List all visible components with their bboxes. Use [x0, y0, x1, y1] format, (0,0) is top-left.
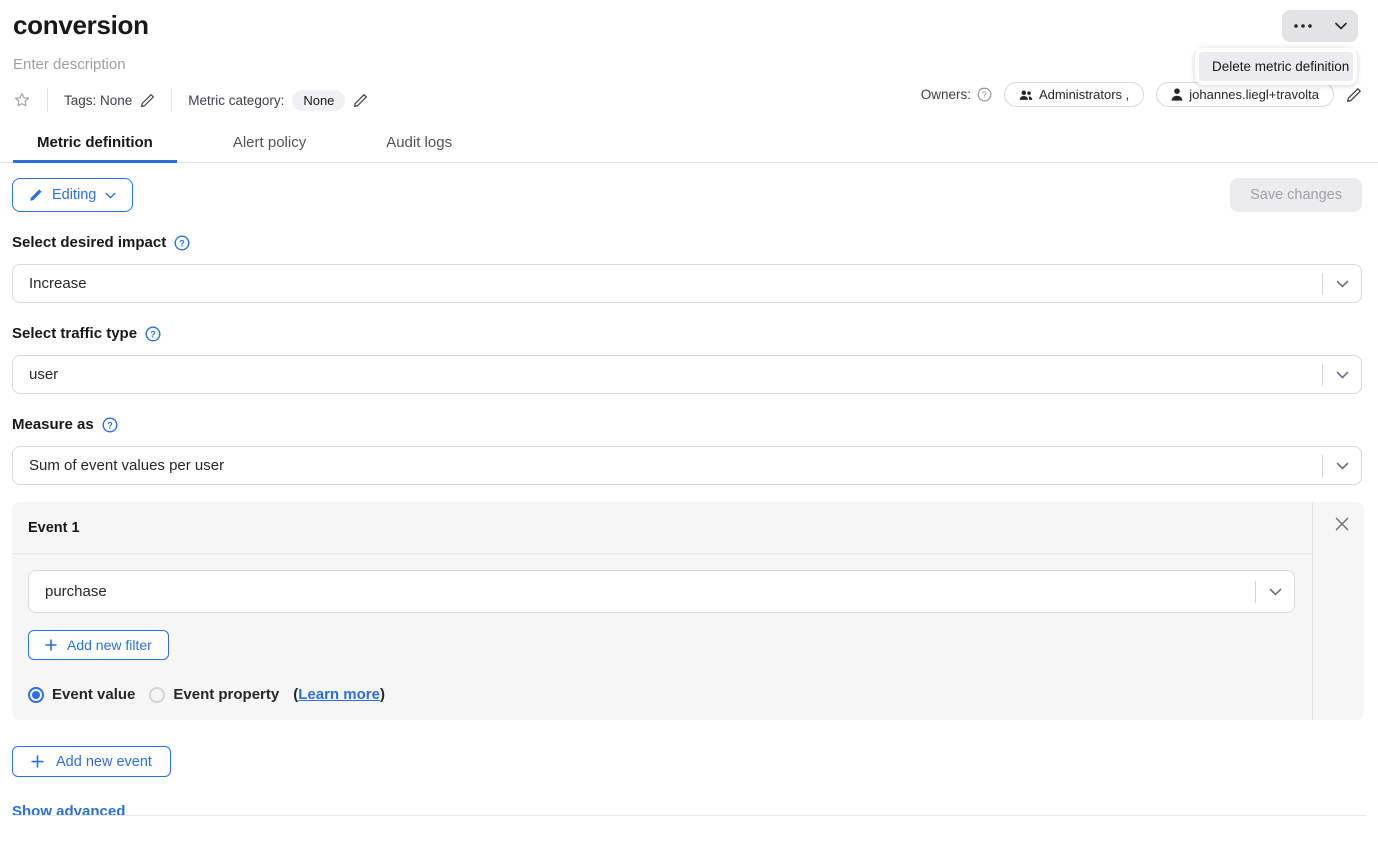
add-new-filter-button[interactable]: Add new filter	[28, 630, 169, 660]
add-filter-label: Add new filter	[67, 637, 152, 653]
description-placeholder[interactable]: Enter description	[13, 56, 1362, 73]
owners-row: Owners: ? Administrators , johannes.lieg…	[921, 82, 1362, 107]
plus-icon	[31, 755, 44, 768]
event-title: Event 1	[28, 520, 80, 536]
edit-tags-pencil-icon[interactable]	[140, 93, 155, 108]
svg-text:?: ?	[107, 420, 113, 430]
radio-event-property-label[interactable]: Event property	[173, 686, 279, 703]
metric-form: Select desired impact ? Increase Select …	[0, 234, 1378, 485]
chevron-down-icon	[105, 192, 116, 199]
owner-pill-user[interactable]: johannes.liegl+travolta	[1156, 82, 1334, 107]
desired-impact-value: Increase	[29, 275, 87, 292]
owners-label: Owners:	[921, 87, 971, 102]
favorite-star-icon[interactable]	[13, 91, 31, 109]
tab-bar: Metric definition Alert policy Audit log…	[0, 126, 1378, 163]
bottom-divider	[12, 815, 1366, 816]
chevron-down-icon	[1256, 588, 1294, 596]
people-icon	[1019, 89, 1033, 101]
edit-owners-pencil-icon[interactable]	[1346, 87, 1362, 103]
page-header: conversion Enter description Tags: None …	[0, 0, 1378, 112]
traffic-field-label: Select traffic type ?	[12, 325, 1362, 342]
event-card: Event 1 purchase Add new filter	[12, 502, 1364, 720]
radio-event-value[interactable]	[28, 687, 44, 703]
menu-item-delete-metric[interactable]: Delete metric definition	[1199, 52, 1353, 81]
svg-text:?: ?	[982, 91, 987, 100]
event-card-body: purchase Add new filter Event value	[12, 554, 1312, 703]
learn-more-link[interactable]: Learn more	[298, 686, 380, 703]
chevron-down-icon	[1323, 462, 1361, 470]
measure-field-label: Measure as ?	[12, 416, 1362, 433]
bottom-actions: Add new event Show advanced	[0, 746, 1378, 821]
paren-close: )	[380, 686, 385, 703]
value-mode-radio-group: Event value Event property (Learn more)	[28, 686, 1312, 703]
plus-icon	[45, 639, 57, 651]
show-advanced-link[interactable]: Show advanced	[12, 803, 125, 820]
svg-text:?: ?	[150, 329, 156, 339]
metric-category-label: Metric category:	[188, 93, 284, 108]
measure-as-value: Sum of event values per user	[29, 457, 224, 474]
impact-label-text: Select desired impact	[12, 234, 166, 251]
add-event-label: Add new event	[56, 754, 152, 770]
metric-category-badge[interactable]: None	[292, 90, 345, 111]
help-icon[interactable]: ?	[174, 235, 190, 251]
event-card-header: Event 1	[12, 502, 1312, 554]
editing-label: Editing	[52, 187, 96, 203]
chevron-down-icon	[1323, 371, 1361, 379]
traffic-label-text: Select traffic type	[12, 325, 137, 342]
editing-mode-button[interactable]: Editing	[12, 178, 133, 212]
pencil-icon	[29, 188, 43, 202]
save-changes-button[interactable]: Save changes	[1230, 178, 1362, 212]
metric-definition-page: Delete metric definition conversion Ente…	[0, 0, 1378, 851]
help-icon[interactable]: ?	[145, 326, 161, 342]
traffic-type-select[interactable]: user	[12, 355, 1362, 394]
tab-audit-logs[interactable]: Audit logs	[362, 126, 476, 162]
toolbar: Editing Save changes	[0, 163, 1378, 212]
help-icon[interactable]: ?	[102, 417, 118, 433]
svg-text:?: ?	[179, 238, 185, 248]
page-title: conversion	[13, 10, 1362, 41]
event-name-select[interactable]: purchase	[28, 570, 1295, 613]
radio-event-property[interactable]	[149, 687, 165, 703]
event-card-main: Event 1 purchase Add new filter	[12, 502, 1313, 720]
add-new-event-button[interactable]: Add new event	[12, 746, 171, 777]
impact-field-label: Select desired impact ?	[12, 234, 1362, 251]
actions-dropdown-menu: Delete metric definition	[1195, 48, 1357, 85]
measure-as-select[interactable]: Sum of event values per user	[12, 446, 1362, 485]
event-name-value: purchase	[45, 583, 107, 600]
divider	[47, 88, 48, 112]
divider	[171, 88, 172, 112]
tab-alert-policy[interactable]: Alert policy	[209, 126, 330, 162]
owners-help-icon[interactable]: ?	[977, 87, 992, 102]
traffic-type-value: user	[29, 366, 58, 383]
owner-pill-administrators[interactable]: Administrators ,	[1004, 82, 1144, 107]
desired-impact-select[interactable]: Increase	[12, 264, 1362, 303]
edit-category-pencil-icon[interactable]	[353, 93, 368, 108]
remove-event-close-icon[interactable]	[1334, 516, 1350, 532]
radio-event-value-label[interactable]: Event value	[52, 686, 135, 703]
chevron-down-icon	[1323, 280, 1361, 288]
owner-name: johannes.liegl+travolta	[1189, 87, 1319, 102]
measure-label-text: Measure as	[12, 416, 94, 433]
tab-metric-definition[interactable]: Metric definition	[13, 126, 177, 162]
person-icon	[1171, 88, 1183, 101]
owner-name: Administrators ,	[1039, 87, 1129, 102]
learn-more-wrap: (Learn more)	[293, 686, 385, 703]
tags-label: Tags: None	[64, 93, 132, 108]
